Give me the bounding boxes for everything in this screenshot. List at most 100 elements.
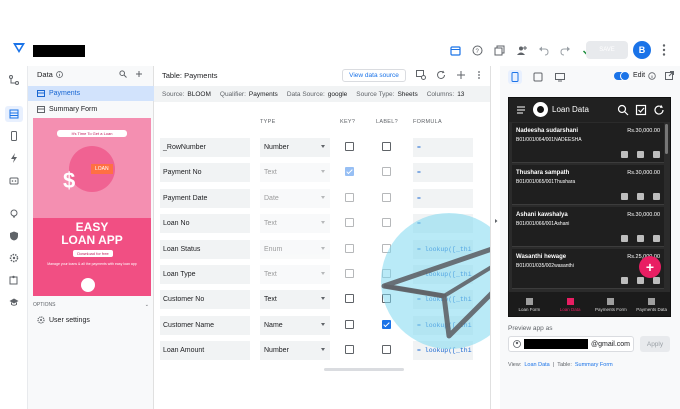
more-vert-icon[interactable] [476,70,482,80]
column-name-field[interactable]: Payment No [160,163,250,183]
avatar[interactable]: B [633,41,651,59]
calendar-icon[interactable] [448,43,462,57]
edit-icon[interactable] [637,235,644,242]
document-icon[interactable] [621,235,628,242]
info-icon[interactable] [648,71,656,80]
preview-collapse-handle[interactable] [490,66,500,409]
record-card[interactable]: Nadeesha sudarshani Rs.30,000.00 B01/001/0… [512,123,664,163]
delete-icon[interactable] [653,193,660,200]
phone-view-icon[interactable] [8,130,20,142]
key-checkbox[interactable] [345,269,354,278]
column-type-select[interactable]: Date [260,188,330,208]
extension-icon[interactable] [8,274,20,286]
key-checkbox[interactable] [345,142,354,151]
info-icon[interactable] [55,71,63,78]
column-name-field[interactable]: Customer Name [160,315,250,335]
delete-icon[interactable] [653,277,660,284]
formula-field[interactable]: = lookup([_thi [413,265,473,284]
column-type-select[interactable]: Number [260,341,330,361]
copy-icon[interactable] [492,43,506,57]
formula-field[interactable]: = [413,214,473,234]
column-type-select[interactable]: Text [260,265,330,284]
app-nav-item[interactable]: Loan Data [550,292,591,316]
formula-field[interactable]: = lookup([_thi [413,315,473,335]
label-checkbox[interactable] [382,294,391,304]
table-settings-icon[interactable] [416,70,426,80]
column-name-field[interactable]: Loan Type [160,265,250,284]
save-button[interactable]: SAVE [586,41,628,59]
tablet-preview-icon[interactable] [532,71,544,83]
column-name-field[interactable]: Loan Amount [160,341,250,361]
redo-icon[interactable] [558,43,572,57]
horizontal-scrollbar[interactable] [324,368,404,371]
label-checkbox[interactable] [382,218,391,228]
column-name-field[interactable]: _RowNumber [160,138,250,157]
more-vert-icon[interactable] [660,43,668,57]
label-checkbox[interactable] [382,243,391,253]
add-icon[interactable] [456,70,466,80]
mobile-preview-icon[interactable] [508,70,522,84]
column-type-select[interactable]: Enum [260,239,330,259]
label-checkbox[interactable] [382,345,391,355]
formula-field[interactable]: = [413,138,473,157]
formula-field[interactable]: = [413,188,473,208]
formula-field[interactable]: = [413,163,473,183]
edit-toggle[interactable] [614,70,630,81]
column-type-select[interactable]: Text [260,290,330,310]
record-card[interactable]: Thushara sampath Rs.30,000.00 B01/001/065/… [512,165,664,205]
settings-icon[interactable] [8,252,20,264]
branch-icon[interactable] [8,74,20,86]
data-table-icon[interactable] [5,106,23,122]
app-nav-item[interactable]: Payments Data [631,292,670,316]
formula-field[interactable]: = lookup([_thi [413,239,473,259]
preview-as-input[interactable]: @gmail.com [508,336,634,352]
record-card[interactable]: Ashani kawshalya Rs.30,000.00 B01/001/066/… [512,207,664,247]
apply-button[interactable]: Apply [640,336,670,352]
edit-icon[interactable] [637,277,644,284]
document-icon[interactable] [621,193,628,200]
label-checkbox[interactable] [382,167,391,177]
search-icon[interactable] [617,104,629,116]
options-section[interactable]: OPTIONS ⌄ [33,302,149,308]
menu-icon[interactable] [515,104,527,116]
bot-icon[interactable] [8,174,20,186]
edit-icon[interactable] [637,193,644,200]
footer-table-link[interactable]: Summary Form [575,362,613,368]
add-icon[interactable] [135,70,143,78]
lightbulb-icon[interactable] [8,208,20,220]
key-checkbox[interactable] [345,294,354,304]
key-checkbox[interactable] [345,243,354,253]
key-checkbox[interactable] [345,167,354,177]
user-settings-item[interactable]: User settings [37,316,90,324]
column-type-select[interactable]: Number [260,138,330,157]
refresh-icon[interactable] [436,70,446,80]
help-icon[interactable]: ? [470,43,484,57]
app-scrollbar[interactable] [665,124,668,154]
label-checkbox[interactable] [382,192,391,202]
sync-icon[interactable] [653,104,665,116]
column-type-select[interactable]: Text [260,214,330,234]
key-checkbox[interactable] [345,319,354,329]
column-type-select[interactable]: Name [260,315,330,335]
document-icon[interactable] [621,151,628,158]
column-name-field[interactable]: Customer No [160,290,250,310]
undo-icon[interactable] [536,43,550,57]
open-external-icon[interactable] [665,71,675,80]
select-all-icon[interactable] [635,104,647,116]
key-checkbox[interactable] [345,218,354,228]
column-name-field[interactable]: Payment Date [160,188,250,208]
bolt-icon[interactable] [8,152,20,164]
column-name-field[interactable]: Loan No [160,214,250,234]
app-nav-item[interactable]: Loan Form [509,292,550,316]
view-data-source-button[interactable]: View data source [342,69,406,82]
add-person-icon[interactable] [514,43,528,57]
data-item-payments[interactable]: Payments [28,86,154,101]
label-checkbox[interactable] [382,319,391,329]
delete-icon[interactable] [653,235,660,242]
column-name-field[interactable]: Loan Status [160,239,250,259]
formula-field[interactable]: = lookup([_thi [413,290,473,310]
delete-icon[interactable] [653,151,660,158]
key-checkbox[interactable] [345,192,354,202]
label-checkbox[interactable] [382,142,391,151]
edit-icon[interactable] [637,151,644,158]
